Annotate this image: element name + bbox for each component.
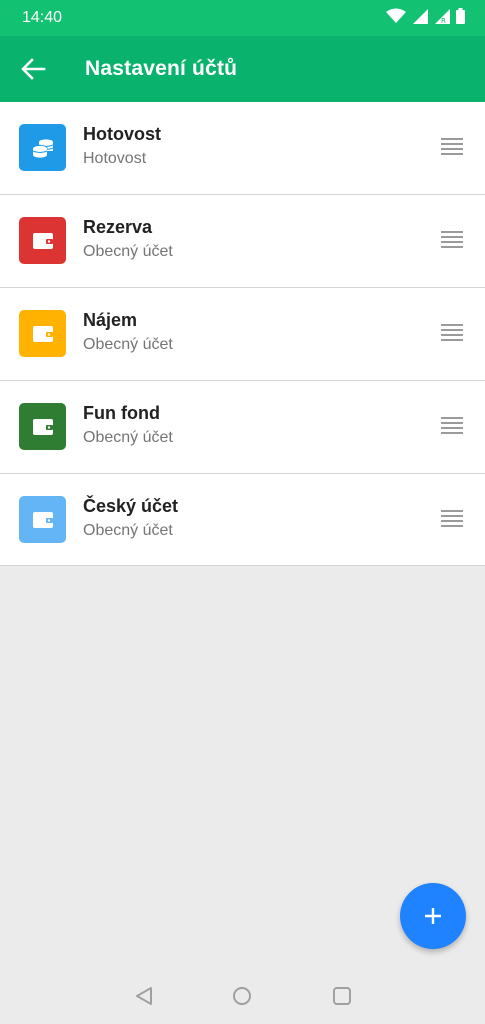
signal-icon (413, 9, 428, 24)
drag-handle-icon[interactable] (441, 510, 463, 530)
status-bar: 14:40 R (0, 0, 485, 36)
account-name: Hotovost (83, 124, 161, 144)
account-type: Obecný účet (83, 243, 173, 260)
nav-recents-button[interactable] (331, 985, 353, 1007)
account-name: Český účet (83, 496, 179, 516)
account-type: Hotovost (83, 150, 147, 167)
drag-handle-icon[interactable] (441, 417, 463, 437)
nav-back-button[interactable] (133, 985, 155, 1007)
list-item-rezerva[interactable]: Rezerva Obecný účet (0, 195, 485, 288)
wallet-icon (32, 511, 53, 528)
back-button[interactable] (14, 51, 52, 87)
app-bar: Nastavení účtů (0, 36, 485, 102)
list-item-cesky-ucet[interactable]: Český účet Obecný účet (0, 474, 485, 566)
account-icon (19, 403, 66, 450)
page-title: Nastavení účtů (85, 57, 238, 80)
account-icon (19, 124, 66, 171)
list-item-hotovost[interactable]: Hotovost Hotovost (0, 102, 485, 195)
add-account-button[interactable] (400, 883, 466, 949)
wallet-icon (32, 325, 53, 342)
account-name: Nájem (83, 310, 138, 330)
account-type: Obecný účet (83, 522, 173, 539)
list-item-najem[interactable]: Nájem Obecný účet (0, 288, 485, 381)
home-circle-icon (233, 987, 251, 1005)
list-item-fun-fond[interactable]: Fun fond Obecný účet (0, 381, 485, 474)
account-list: Hotovost Hotovost Rezerva Obecný účet Ná… (0, 102, 485, 566)
wallet-icon (32, 418, 53, 435)
status-icons: R (386, 8, 465, 24)
signal-roaming-icon: R (435, 9, 450, 24)
battery-icon (456, 8, 465, 24)
recents-square-icon (333, 987, 351, 1005)
wifi-icon (386, 8, 406, 23)
system-nav-bar (0, 966, 485, 1024)
plus-icon (425, 908, 441, 924)
coins-icon (32, 138, 53, 158)
account-name: Fun fond (83, 403, 160, 423)
status-time: 14:40 (22, 9, 63, 26)
drag-handle-icon[interactable] (441, 324, 463, 344)
arrow-back-icon (21, 58, 46, 80)
wallet-icon (32, 232, 53, 249)
drag-handle-icon[interactable] (441, 231, 463, 251)
account-icon (19, 496, 66, 543)
account-icon (19, 217, 66, 264)
back-triangle-icon (136, 987, 152, 1005)
nav-home-button[interactable] (231, 985, 253, 1007)
drag-handle-icon[interactable] (441, 138, 463, 158)
account-type: Obecný účet (83, 336, 173, 353)
account-type: Obecný účet (83, 429, 173, 446)
account-name: Rezerva (83, 217, 153, 237)
svg-text:R: R (441, 17, 446, 24)
account-icon (19, 310, 66, 357)
